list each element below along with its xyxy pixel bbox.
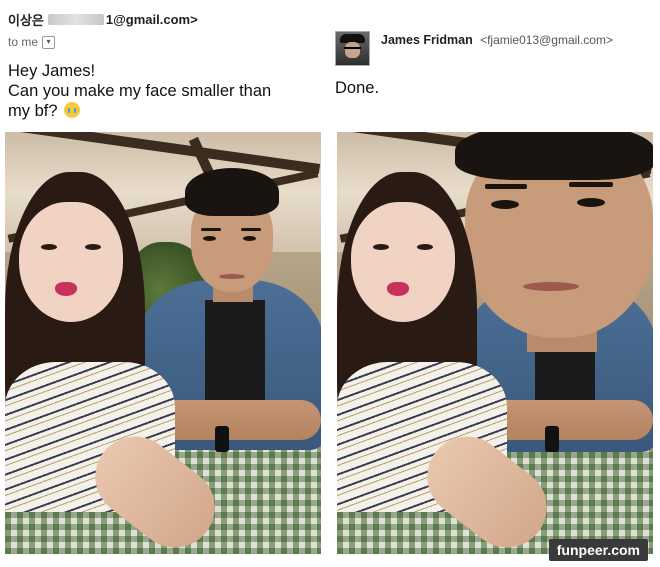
boyfriend-hair: [455, 132, 653, 180]
message-body: Hey James! Can you make my face smaller …: [8, 61, 271, 121]
eyebrow: [241, 228, 261, 231]
eyebrow: [569, 182, 613, 187]
edited-photo: [337, 132, 653, 554]
request-email-panel: 이상은 1@gmail.com> to me ▾ Hey James! Can …: [0, 0, 330, 567]
mouth: [523, 282, 579, 291]
avatar-glasses: [344, 47, 361, 53]
message-line-1: Hey James!: [8, 62, 96, 80]
mouth-tongue-out: [387, 282, 409, 296]
reply-email-panel: James Fridman <fjamie013@gmail.com> Done…: [330, 0, 660, 567]
reply-sender-email: <fjamie013@gmail.com>: [480, 33, 613, 47]
sender-name: 이상은: [8, 13, 44, 28]
girlfriend-face: [351, 202, 455, 322]
original-photo: [5, 132, 321, 554]
eye: [41, 244, 57, 250]
eyebrow: [485, 184, 527, 189]
reply-sender-row: James Fridman <fjamie013@gmail.com>: [381, 33, 613, 47]
sender-email: 1@gmail.com>: [105, 12, 198, 27]
eye: [417, 244, 433, 250]
crying-face-icon: [64, 102, 81, 118]
eye: [373, 244, 389, 250]
eye: [243, 236, 256, 241]
folded-arms: [487, 400, 653, 440]
girlfriend-face: [19, 202, 123, 322]
mouth-tongue-out: [55, 282, 77, 296]
message-line-2: Can you make my face smaller than: [8, 82, 272, 100]
recipient-label: to me: [8, 35, 39, 49]
eye: [577, 198, 605, 207]
reply-body: Done.: [335, 79, 380, 97]
wristwatch: [215, 426, 229, 452]
eyebrow: [201, 228, 221, 231]
reply-sender-name: James Fridman: [381, 33, 473, 47]
boyfriend-hair: [185, 168, 279, 216]
avatar: [335, 31, 370, 66]
watermark-label: funpeer.com: [548, 539, 648, 561]
mouth: [219, 274, 245, 279]
black-tshirt: [205, 300, 265, 410]
wristwatch: [545, 426, 559, 452]
chevron-down-icon[interactable]: ▾: [42, 35, 56, 49]
redacted-email-bar: [47, 14, 104, 25]
recipient-row: to me ▾: [8, 35, 56, 49]
sender-row: 이상은 1@gmail.com>: [8, 10, 198, 29]
eye: [203, 236, 216, 241]
eye: [85, 244, 101, 250]
message-line-3: my bf?: [8, 102, 58, 120]
folded-arms: [155, 400, 321, 440]
eye: [491, 200, 519, 209]
